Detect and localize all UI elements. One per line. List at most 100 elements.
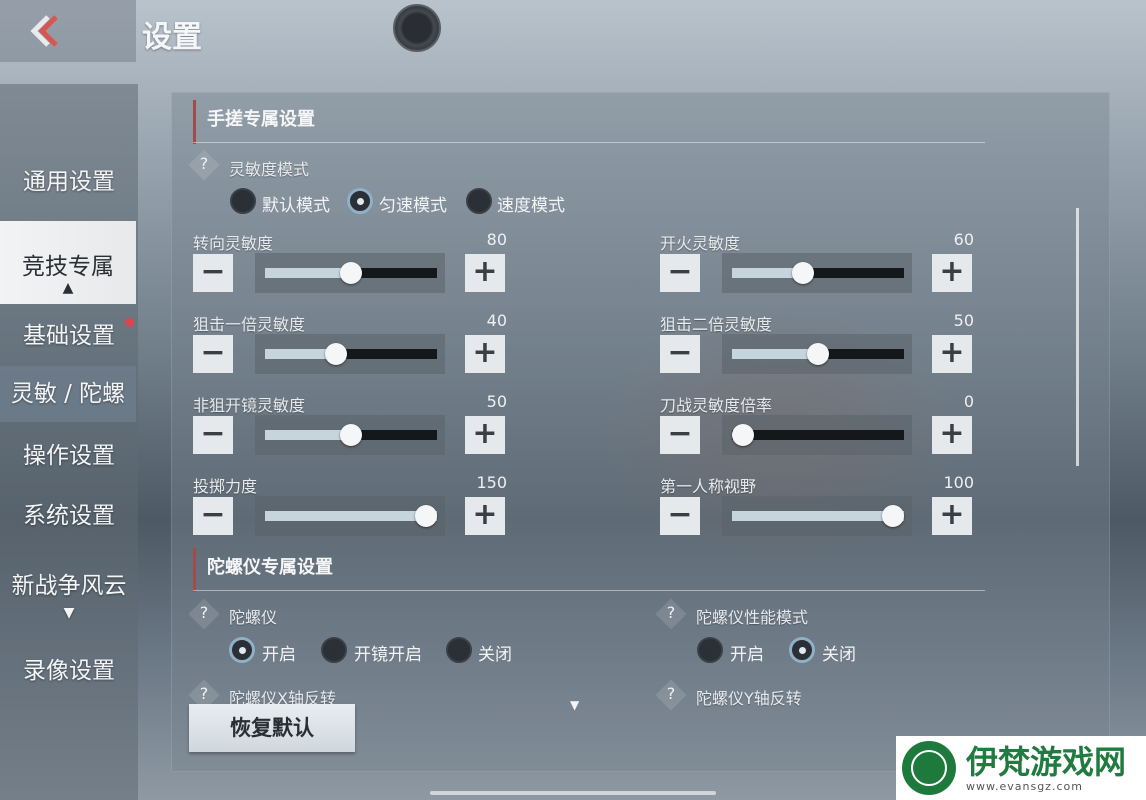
increase-button[interactable]: +	[465, 254, 505, 292]
gyroscope-label: 陀螺仪	[229, 608, 278, 627]
radio-gyro-on[interactable]	[229, 637, 255, 663]
back-button[interactable]	[0, 0, 136, 62]
slider-value: 40	[486, 311, 507, 330]
radio-gyro-scope-on[interactable]	[321, 637, 347, 663]
increase-button[interactable]: +	[465, 497, 505, 535]
decrease-button[interactable]: −	[660, 254, 700, 292]
radio-default-mode[interactable]	[230, 188, 256, 214]
slider-track[interactable]	[265, 424, 437, 446]
page-title: 设置	[142, 20, 202, 55]
slider-track[interactable]	[732, 424, 904, 446]
section-accent-bar	[193, 548, 196, 592]
sidebar-item-system[interactable]: 系统设置	[0, 496, 138, 532]
caret-up-icon: ▲	[62, 280, 74, 296]
slider-handle[interactable]	[792, 262, 814, 284]
radio-label: 默认模式	[262, 196, 330, 216]
slider-handle[interactable]	[340, 262, 362, 284]
slider-track[interactable]	[265, 343, 437, 365]
gyro-y-invert-label: 陀螺仪Y轴反转	[696, 689, 802, 708]
radio-gyro-off[interactable]	[446, 637, 472, 663]
sidebar-item-general[interactable]: 通用设置	[0, 162, 138, 198]
slider-value: 50	[953, 311, 974, 330]
help-icon[interactable]: ?	[193, 603, 215, 622]
slider-label: 狙击二倍灵敏度	[660, 315, 773, 334]
sidebar-item-label: 新战争风云	[11, 573, 127, 599]
help-icon[interactable]: ?	[193, 154, 215, 173]
help-icon[interactable]: ?	[193, 684, 215, 703]
decrease-button[interactable]: −	[660, 497, 700, 535]
slider-value: 0	[963, 392, 974, 411]
radio-performance-off[interactable]	[789, 637, 815, 663]
slider-value: 50	[486, 392, 507, 411]
sidebar-item-competitive[interactable]: 竞技专属 ▲	[0, 221, 136, 304]
sidebar-item-controls[interactable]: 操作设置	[0, 436, 138, 472]
increase-button[interactable]: +	[932, 254, 972, 292]
increase-button[interactable]: +	[932, 416, 972, 454]
slider-value: 150	[476, 473, 507, 492]
increase-button[interactable]: +	[465, 335, 505, 373]
sidebar-item-label: 录像设置	[23, 658, 115, 684]
radio-label: 速度模式	[497, 196, 565, 216]
reset-defaults-button[interactable]: 恢复默认	[189, 704, 355, 752]
slider-track[interactable]	[732, 505, 904, 527]
slider-fill	[732, 349, 818, 359]
slider-track[interactable]	[265, 262, 437, 284]
slider-handle[interactable]	[325, 343, 347, 365]
slider-track[interactable]	[732, 343, 904, 365]
radio-label: 匀速模式	[379, 196, 447, 216]
divider	[193, 142, 985, 143]
radio-label: 开启	[262, 645, 296, 665]
slider-handle[interactable]	[340, 424, 362, 446]
sidebar-item-basic[interactable]: 基础设置	[0, 316, 138, 352]
slider-label: 开火灵敏度	[660, 234, 741, 253]
caret-down-icon: ▼	[63, 605, 75, 621]
slider-track[interactable]	[265, 505, 437, 527]
watermark: 伊梵游戏网 www.evansgz.com	[896, 736, 1146, 800]
scrollbar[interactable]	[1076, 208, 1079, 466]
sidebar-item-replay[interactable]: 录像设置	[0, 651, 138, 687]
increase-button[interactable]: +	[932, 335, 972, 373]
gyro-performance-label: 陀螺仪性能模式	[696, 608, 809, 627]
increase-button[interactable]: +	[465, 416, 505, 454]
radio-speed-mode[interactable]	[466, 188, 492, 214]
sidebar-item-new-war[interactable]: 新战争风云 ▼	[0, 566, 138, 622]
slider-value: 100	[943, 473, 974, 492]
radio-uniform-mode[interactable]	[347, 188, 373, 214]
camera-notch	[393, 4, 441, 52]
slider-fill	[265, 511, 437, 521]
sensitivity-mode-label: 灵敏度模式	[229, 160, 310, 179]
decrease-button[interactable]: −	[193, 497, 233, 535]
watermark-url: www.evansgz.com	[966, 779, 1083, 793]
decrease-button[interactable]: −	[193, 335, 233, 373]
decrease-button[interactable]: −	[193, 416, 233, 454]
sidebar-item-sensitivity-gyro[interactable]: 灵敏 / 陀螺	[0, 366, 136, 422]
slider-track[interactable]	[732, 262, 904, 284]
watermark-text: 伊梵游戏网 www.evansgz.com	[966, 744, 1126, 793]
radio-label: 开镜开启	[354, 645, 422, 665]
slider-handle[interactable]	[807, 343, 829, 365]
slider-label: 转向灵敏度	[193, 234, 274, 253]
slider-handle[interactable]	[882, 505, 904, 527]
increase-button[interactable]: +	[932, 497, 972, 535]
section-title-handheld: 手搓专属设置	[193, 100, 315, 144]
help-icon[interactable]: ?	[660, 603, 682, 622]
sidebar-item-label: 通用设置	[23, 169, 115, 195]
watermark-logo-icon	[902, 741, 956, 795]
sidebar-item-label: 操作设置	[23, 443, 115, 469]
decrease-button[interactable]: −	[660, 416, 700, 454]
radio-label: 关闭	[822, 645, 856, 665]
slider-handle[interactable]	[415, 505, 437, 527]
help-icon[interactable]: ?	[660, 684, 682, 703]
radio-performance-on[interactable]	[697, 637, 723, 663]
slider-fill	[265, 430, 351, 440]
section-accent-bar	[193, 100, 196, 144]
section-title-text: 手搓专属设置	[207, 109, 315, 130]
sidebar-item-label: 系统设置	[23, 503, 115, 529]
decrease-button[interactable]: −	[660, 335, 700, 373]
section-title-gyro: 陀螺仪专属设置	[193, 548, 333, 592]
notification-dot	[125, 318, 134, 327]
scroll-down-icon[interactable]: ▼	[570, 698, 579, 712]
decrease-button[interactable]: −	[193, 254, 233, 292]
slider-handle[interactable]	[732, 424, 754, 446]
slider-label: 狙击一倍灵敏度	[193, 315, 306, 334]
